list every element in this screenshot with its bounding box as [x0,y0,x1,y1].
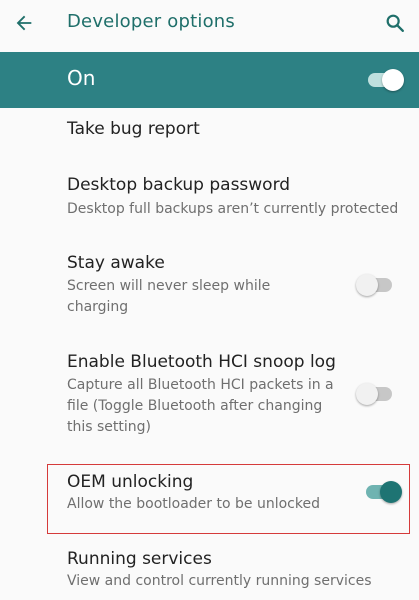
toggle-thumb [356,274,378,296]
page-title: Developer options [67,11,235,32]
setting-summary-line: Screen will never sleep while [67,278,271,294]
setting-summary: Allow the bootloader to be unlocked [67,496,320,512]
setting-title: Running services [67,549,212,569]
setting-title: Enable Bluetooth HCI snoop log [67,352,336,372]
setting-title: Stay awake [67,253,165,273]
setting-title: Desktop backup password [67,175,291,195]
search-icon [386,14,404,32]
developer-options-screen: Developer options On Take bug report Des… [0,0,419,600]
toggle-thumb [380,481,402,503]
master-toggle-thumb [382,69,404,91]
setting-summary-line: charging [67,299,129,315]
setting-summary-line: this setting) [67,419,151,435]
setting-title: OEM unlocking [67,472,194,492]
master-switch-bar[interactable]: On [0,52,419,108]
bluetooth-hci-toggle[interactable] [356,382,396,406]
toggle-thumb [356,383,378,405]
master-toggle[interactable] [364,68,404,92]
back-button[interactable] [8,7,40,39]
setting-summary: Desktop full backups aren’t currently pr… [67,201,399,217]
setting-summary-line: Capture all Bluetooth HCI packets in a [67,377,334,393]
setting-summary-line: file (Toggle Bluetooth after changing [67,398,323,414]
arrow-back-icon [16,15,32,31]
oem-unlocking-toggle[interactable] [362,480,402,504]
setting-summary: View and control currently running servi… [67,573,372,589]
setting-title: Take bug report [67,119,200,139]
search-button[interactable] [380,8,410,38]
app-bar: Developer options [0,0,419,52]
master-switch-label: On [67,66,96,90]
stay-awake-toggle[interactable] [356,273,396,297]
